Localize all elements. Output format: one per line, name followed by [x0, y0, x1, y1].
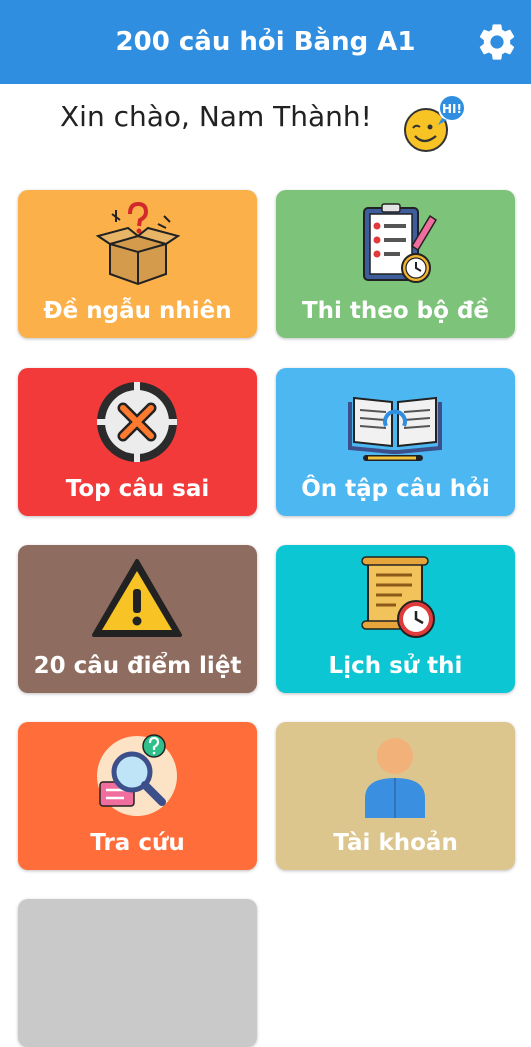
- tile-test-history[interactable]: Lịch sử thi: [276, 545, 515, 693]
- app-title: 200 câu hỏi Bằng A1: [115, 27, 416, 57]
- open-book-icon: [348, 396, 442, 461]
- greeting-text: Xin chào, Nam Thành!: [60, 100, 372, 133]
- scroll-clock-icon: [361, 556, 435, 638]
- user-account-icon: [365, 738, 425, 818]
- tile-label: Top câu sai: [65, 476, 210, 502]
- search-lookup-icon: [97, 734, 177, 816]
- tile-review-questions[interactable]: Ôn tập câu hỏi: [276, 368, 515, 516]
- tile-label: Lịch sử thi: [328, 653, 463, 679]
- tile-label: Ôn tập câu hỏi: [301, 476, 490, 502]
- tile-label: Tra cứu: [90, 830, 185, 856]
- tile-top-wrong[interactable]: Top câu sai: [18, 368, 257, 516]
- tile-label: Thi theo bộ đề: [301, 298, 490, 324]
- warning-icon: [92, 559, 182, 637]
- checklist-clipboard-icon: [363, 203, 438, 283]
- tile-partial[interactable]: [276, 899, 515, 1047]
- gear-icon[interactable]: [475, 20, 519, 64]
- tile-lookup[interactable]: Tra cứu: [18, 722, 257, 870]
- smiley-hi-icon: HI!: [404, 94, 466, 152]
- hi-badge-text: HI!: [442, 102, 462, 116]
- tile-random-test[interactable]: Đề ngẫu nhiên: [18, 190, 257, 338]
- tile-label: Tài khoản: [333, 830, 458, 856]
- tile-partial[interactable]: [18, 899, 257, 1047]
- tile-test-by-set[interactable]: Thi theo bộ đề: [276, 190, 515, 338]
- tile-label: 20 câu điểm liệt: [33, 653, 242, 679]
- mystery-box-icon: [95, 201, 181, 286]
- tile-account[interactable]: Tài khoản: [276, 722, 515, 870]
- tile-label: Đề ngẫu nhiên: [43, 298, 232, 324]
- tile-critical-questions[interactable]: 20 câu điểm liệt: [18, 545, 257, 693]
- app-bar: 200 câu hỏi Bằng A1: [0, 0, 531, 84]
- wrong-x-icon: [97, 382, 177, 462]
